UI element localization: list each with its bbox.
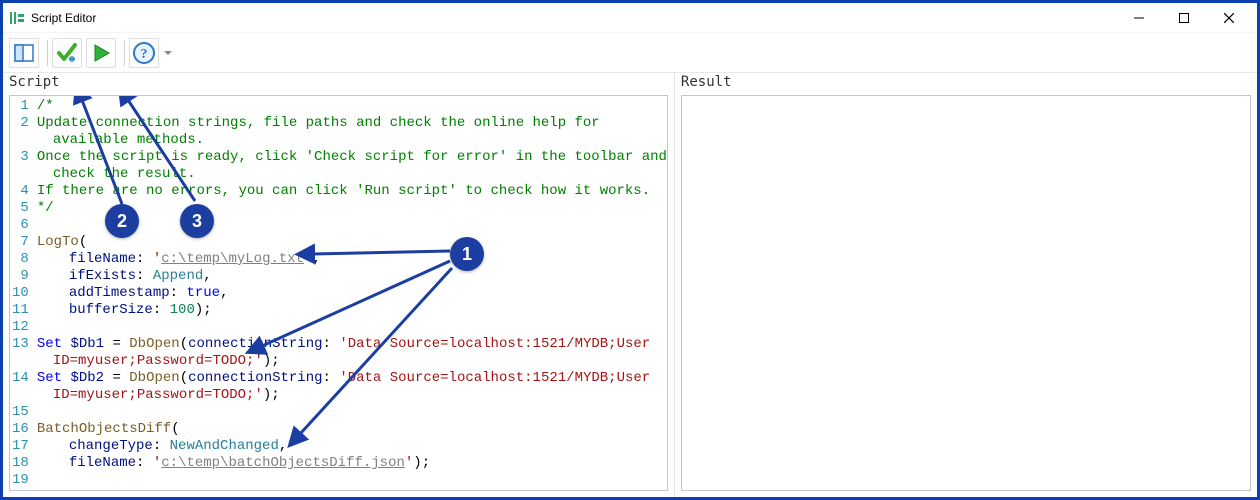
help-button[interactable]: ? [129, 38, 159, 68]
script-panel: Script 12345678910111213141516171819 /*U… [3, 73, 675, 497]
result-box[interactable] [681, 95, 1251, 491]
code-line[interactable]: changeType: NewAndChanged, [35, 438, 667, 455]
run-script-button[interactable] [86, 38, 116, 68]
line-gutter: 12345678910111213141516171819 [10, 96, 33, 490]
code-line[interactable]: ID=myuser;Password=TODO;'); [35, 353, 667, 370]
toggle-panel-button[interactable] [9, 38, 39, 68]
main-panel: Script 12345678910111213141516171819 /*U… [3, 73, 1257, 497]
code-line[interactable] [35, 319, 667, 336]
code-line[interactable]: ifExists: Append, [35, 268, 667, 285]
code-line[interactable]: available methods. [35, 132, 667, 149]
toolbar-overflow[interactable] [163, 38, 173, 68]
code-line[interactable]: */ [35, 200, 667, 217]
code-line[interactable]: addTimestamp: true, [35, 285, 667, 302]
script-label: Script [3, 73, 674, 91]
maximize-button[interactable] [1161, 3, 1206, 32]
result-panel: Result [675, 73, 1257, 497]
code-line[interactable] [35, 217, 667, 234]
title-bar: Script Editor [3, 3, 1257, 33]
code-line[interactable]: If there are no errors, you can click 'R… [35, 183, 667, 200]
code-area[interactable]: /*Update connection strings, file paths … [33, 96, 667, 490]
code-line[interactable]: /* [35, 98, 667, 115]
toolbar: ? [3, 33, 1257, 73]
script-editor[interactable]: 12345678910111213141516171819 /*Update c… [9, 95, 668, 491]
window-title: Script Editor [31, 11, 96, 25]
code-line[interactable]: bufferSize: 100); [35, 302, 667, 319]
check-script-button[interactable] [52, 38, 82, 68]
code-line[interactable]: Update connection strings, file paths an… [35, 115, 667, 132]
code-line[interactable]: fileName: 'c:\temp\myLog.txt', [35, 251, 667, 268]
code-line[interactable]: check the result. [35, 166, 667, 183]
code-line[interactable]: fileName: 'c:\temp\batchObjectsDiff.json… [35, 455, 667, 472]
minimize-button[interactable] [1116, 3, 1161, 32]
code-line[interactable] [35, 472, 667, 489]
code-line[interactable]: BatchObjectsDiff( [35, 421, 667, 438]
result-label: Result [675, 73, 1257, 91]
code-line[interactable]: LogTo( [35, 234, 667, 251]
svg-text:?: ? [141, 47, 148, 62]
code-line[interactable]: Set $Db2 = DbOpen(connectionString: 'Dat… [35, 370, 667, 387]
close-button[interactable] [1206, 3, 1251, 32]
code-line[interactable] [35, 404, 667, 421]
code-line[interactable]: ID=myuser;Password=TODO;'); [35, 387, 667, 404]
code-line[interactable]: Set $Db1 = DbOpen(connectionString: 'Dat… [35, 336, 667, 353]
code-line[interactable]: Once the script is ready, click 'Check s… [35, 149, 667, 166]
app-icon [9, 10, 25, 26]
